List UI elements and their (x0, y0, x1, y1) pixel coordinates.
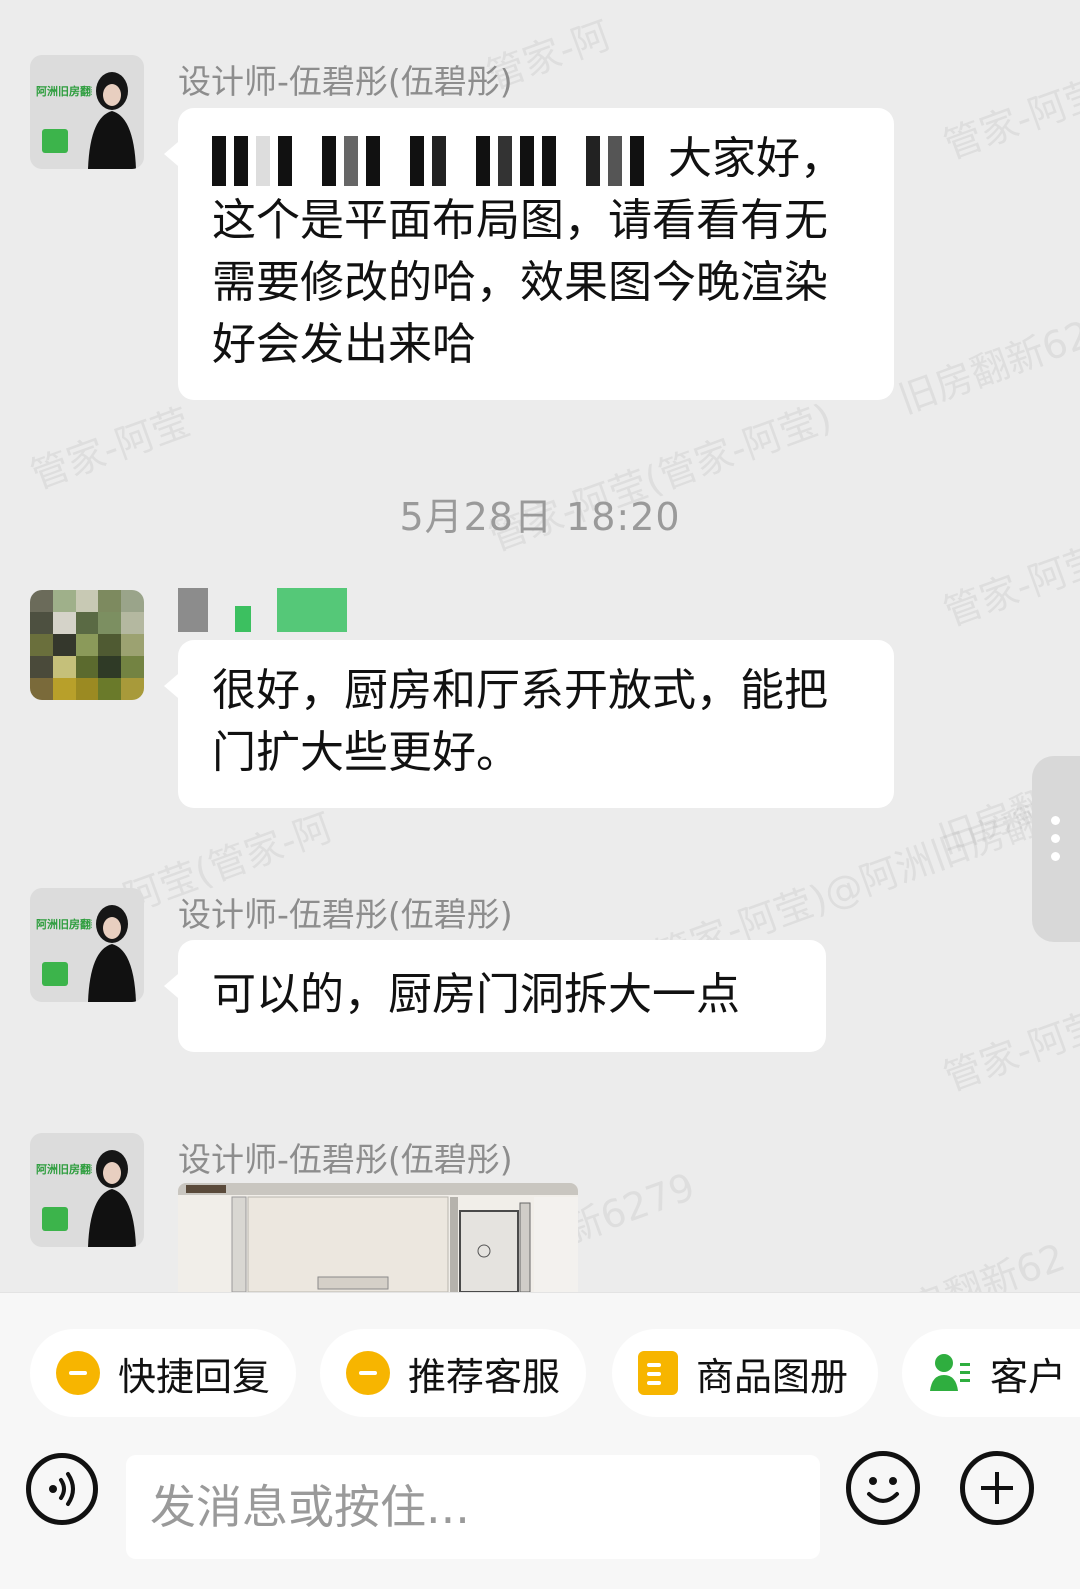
floor-plan-drawing (178, 1183, 578, 1292)
customer-button[interactable]: 客户 (902, 1329, 1080, 1417)
sender-name: 设计师-伍碧彤(伍碧彤) (178, 895, 513, 934)
quick-reply-icon (56, 1351, 100, 1395)
person-photo (88, 72, 136, 169)
voice-icon (49, 1472, 75, 1506)
recommend-service-icon (346, 1351, 390, 1395)
voice-button[interactable] (26, 1453, 98, 1525)
person-photo (88, 905, 136, 1002)
chip-label: 商品图册 (696, 1354, 849, 1399)
sender-name (178, 588, 347, 632)
redacted-mention (212, 136, 644, 186)
watermark: 管家-阿莹 (25, 399, 196, 498)
floor-plan-image[interactable] (178, 1183, 578, 1292)
avatar[interactable]: 阿洲旧房翻新 (30, 888, 144, 1002)
avatar[interactable] (30, 590, 144, 700)
more-button[interactable] (960, 1451, 1034, 1525)
redacted-name-block (178, 588, 208, 632)
redacted-name-block (277, 588, 347, 632)
message-bubble[interactable]: 大家好，这个是平面布局图，请看看有无需要修改的哈，效果图今晚渲染好会发出来哈 (164, 108, 894, 400)
watermark: 管家-阿莹 (938, 536, 1080, 635)
person-photo (88, 1150, 136, 1247)
avatar[interactable]: 阿洲旧房翻新 (30, 55, 144, 169)
customer-icon (928, 1351, 972, 1395)
emoji-icon (867, 1477, 899, 1503)
message-text: 可以的，厨房门洞拆大一点 (212, 969, 740, 1020)
timestamp: 5月28日 18:20 (399, 495, 681, 539)
chip-label: 快捷回复 (118, 1354, 271, 1399)
message-bubble[interactable]: 可以的，厨房门洞拆大一点 (164, 940, 826, 1052)
sender-name: 设计师-伍碧彤(伍碧彤) (178, 1140, 513, 1179)
chat-area[interactable]: 管家-阿 管家-阿莹 旧房翻新62 管家-阿莹 管家-阿莹(管家-阿莹) 管家-… (0, 0, 1080, 1292)
quick-reply-button[interactable]: 快捷回复 (30, 1329, 296, 1417)
product-catalog-icon (638, 1351, 678, 1395)
watermark: 管家-阿莹 (938, 1001, 1080, 1100)
house-icon (42, 962, 68, 986)
bottom-toolbar: 快捷回复 推荐客服 商品图册 客户 发消息或按住... (0, 1292, 1080, 1589)
message-bubble[interactable]: 很好，厨房和厅系开放式，能把门扩大些更好。 (164, 640, 894, 808)
house-icon (42, 129, 68, 153)
redacted-name-block (234, 606, 251, 632)
side-drawer-handle[interactable] (1032, 756, 1080, 942)
plus-icon (981, 1472, 1013, 1504)
house-icon (42, 1207, 68, 1231)
sender-name: 设计师-伍碧彤(伍碧彤) (178, 62, 513, 101)
message-text: 很好，厨房和厅系开放式，能把门扩大些更好。 (212, 665, 828, 778)
product-catalog-button[interactable]: 商品图册 (612, 1329, 878, 1417)
recommend-service-button[interactable]: 推荐客服 (320, 1329, 586, 1417)
watermark: 房翻新62 (903, 1234, 1071, 1292)
chip-label: 推荐客服 (408, 1354, 561, 1399)
message-input[interactable]: 发消息或按住... (126, 1455, 820, 1559)
emoji-button[interactable] (846, 1451, 920, 1525)
chip-label: 客户 (990, 1354, 1067, 1399)
watermark: 旧房翻新62 (893, 311, 1080, 422)
avatar[interactable]: 阿洲旧房翻新 (30, 1133, 144, 1247)
watermark: 管家-阿莹 (938, 69, 1080, 168)
